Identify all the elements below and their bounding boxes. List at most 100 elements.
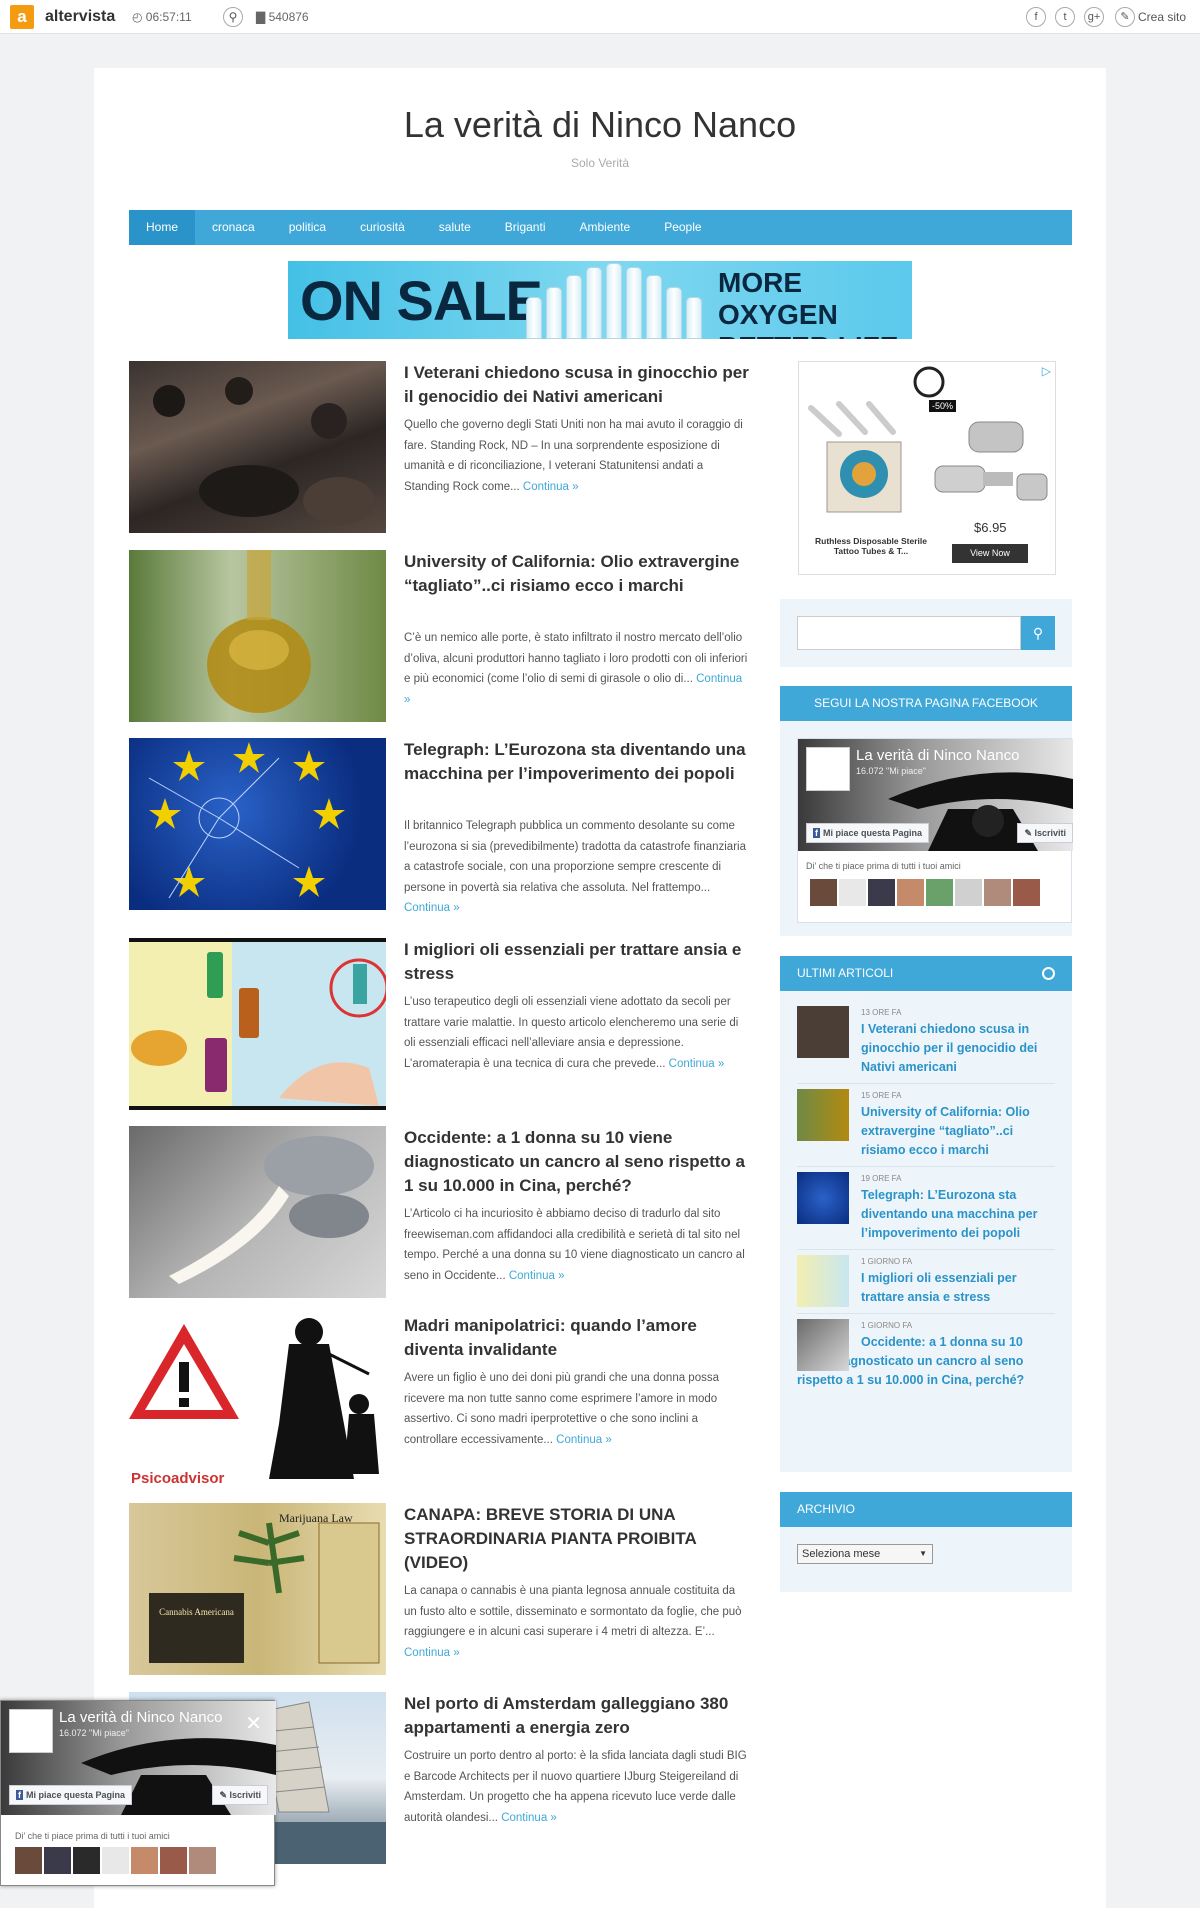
water-bottle-image [666,287,682,339]
post-excerpt: Quello che governo degli Stati Uniti non… [404,419,743,493]
facebook-subscribe-button[interactable]: ✎ Iscriviti [212,1785,268,1805]
facebook-icon[interactable]: f [1026,7,1046,27]
post-thumbnail[interactable] [129,938,386,1110]
friend-avatar[interactable] [44,1847,71,1874]
search-icon[interactable]: ⚲ [223,7,243,27]
recent-article-thumbnail[interactable] [797,1319,849,1371]
post-title[interactable]: I Veterani chiedono scusa in ginocchio p… [404,361,749,409]
nav-home[interactable]: Home [129,210,196,245]
post-title[interactable]: Nel porto di Amsterdam galleggiano 380 a… [404,1692,749,1740]
friend-avatar[interactable] [839,879,866,906]
nav-salute[interactable]: salute [422,210,488,245]
recent-article-title[interactable]: University of California: Olio extraverg… [861,1103,1055,1160]
twitter-icon[interactable]: t [1055,7,1075,27]
friend-avatar[interactable] [15,1847,42,1874]
close-icon[interactable]: ✕ [245,1711,262,1736]
facebook-avatar[interactable] [9,1709,53,1753]
archive-month-select[interactable]: Seleziona mese ▼ [797,1544,933,1564]
facebook-friend-faces [810,879,1040,906]
facebook-page-plugin: La verità di Ninco Nanco 16.072 "Mi piac… [797,738,1073,923]
visit-counter: ▇ 540876 [256,10,309,24]
post-thumbnail[interactable] [129,1126,386,1298]
banner-sale-text: ON SALE [300,269,543,332]
water-bottle-image [606,263,622,339]
post-thumbnail[interactable]: Psicoadvisor [129,1314,386,1486]
pencil-icon[interactable]: ✎ [1115,7,1135,27]
nav-ambiente[interactable]: Ambiente [562,210,647,245]
facebook-popup-cover: La verità di Ninco Nanco 16.072 "Mi piac… [1,1701,276,1815]
facebook-avatar[interactable] [806,747,850,791]
nav-cronaca[interactable]: cronaca [195,210,272,245]
marijuana-law-heading: Marijuana Law [279,1511,353,1525]
post-title[interactable]: CANAPA: BREVE STORIA DI UNA STRAORDINARI… [404,1503,749,1575]
friend-avatar[interactable] [897,879,924,906]
recent-article-thumbnail[interactable] [797,1089,849,1141]
chevron-down-icon: ▼ [919,1549,927,1558]
post-thumbnail[interactable] [129,361,386,533]
recent-article: 15 ORE FA University of California: Olio… [797,1084,1055,1167]
friend-avatar[interactable] [131,1847,158,1874]
continua-link[interactable]: Continua » [523,481,579,493]
recent-article-thumbnail[interactable] [797,1006,849,1058]
altervista-logo-icon[interactable]: a [10,5,34,29]
sidebar-ad[interactable]: ▷ -50% Ruthless Disposable Sterile Tatto… [798,361,1056,575]
post-thumbnail[interactable]: Marijuana Law Cannabis Americana [129,1503,386,1675]
search-button[interactable]: ⚲ [1021,616,1055,650]
nav-people[interactable]: People [647,210,718,245]
continua-link[interactable]: Continua » [556,1434,612,1446]
facebook-friends-text: Di’ che ti piace prima di tutti i tuoi a… [15,1831,170,1841]
recent-article-thumbnail[interactable] [797,1172,849,1224]
friend-avatar[interactable] [926,879,953,906]
crea-sito-link[interactable]: Crea sito [1138,10,1186,24]
continua-link[interactable]: Continua » [404,902,460,914]
post-title[interactable]: Telegraph: L’Eurozona sta diventando una… [404,738,749,786]
post-excerpt: Il britannico Telegraph pubblica un comm… [404,820,746,914]
post-excerpt: C’è un nemico alle porte, è stato infilt… [404,632,748,706]
recent-article-title[interactable]: I Veterani chiedono scusa in ginocchio p… [861,1020,1055,1077]
recent-article: 1 GIORNO FA I migliori oli essenziali pe… [797,1250,1055,1314]
friend-avatar[interactable] [868,879,895,906]
post-title[interactable]: University of California: Olio extraverg… [404,550,749,598]
facebook-likes-count: 16.072 "Mi piace" [59,1728,129,1738]
facebook-like-button[interactable]: f Mi piace questa Pagina [806,823,930,843]
friend-avatar[interactable] [984,879,1011,906]
view-now-button[interactable]: View Now [952,544,1028,563]
post-thumbnail[interactable] [129,738,386,910]
friend-avatar[interactable] [955,879,982,906]
archivio-widget: ARCHIVIO Seleziona mese ▼ [780,1492,1072,1592]
water-bottle-image [686,297,702,339]
nav-curiosita[interactable]: curiosità [343,210,422,245]
facebook-page-name[interactable]: La verità di Ninco Nanco [856,747,1019,764]
site-title[interactable]: La verità di Ninco Nanco [94,104,1106,146]
friend-avatar[interactable] [810,879,837,906]
continua-link[interactable]: Continua » [509,1270,565,1282]
post-title[interactable]: Occidente: a 1 donna su 10 viene diagnos… [404,1126,749,1198]
facebook-subscribe-button[interactable]: ✎ Iscriviti [1017,823,1073,843]
facebook-icon: f [813,828,820,838]
continua-link[interactable]: Continua » [404,1647,460,1659]
continua-link[interactable]: Continua » [501,1812,557,1824]
friend-avatar[interactable] [1013,879,1040,906]
facebook-friend-faces [15,1847,216,1874]
altervista-logo-text[interactable]: altervista [45,8,115,26]
post-title[interactable]: Madri manipolatrici: quando l’amore dive… [404,1314,749,1362]
recent-article-title[interactable]: I migliori oli essenziali per trattare a… [861,1269,1055,1307]
nav-briganti[interactable]: Briganti [488,210,563,245]
friend-avatar[interactable] [189,1847,216,1874]
nav-politica[interactable]: politica [272,210,343,245]
facebook-like-button[interactable]: f Mi piace questa Pagina [9,1785,133,1805]
recent-article-title[interactable]: Telegraph: L’Eurozona sta diventando una… [861,1186,1055,1243]
recent-article-thumbnail[interactable] [797,1255,849,1307]
post-thumbnail[interactable] [129,550,386,722]
post-title[interactable]: I migliori oli essenziali per trattare a… [404,938,749,986]
continua-link[interactable]: Continua » [669,1058,725,1070]
ad-banner[interactable]: ON SALE MORE OXYGENBETTER LIFE [288,261,912,339]
facebook-page-name[interactable]: La verità di Ninco Nanco [59,1709,222,1726]
friend-avatar[interactable] [73,1847,100,1874]
google-plus-icon[interactable]: g+ [1084,7,1104,27]
search-input[interactable] [797,616,1021,650]
friend-avatar[interactable] [102,1847,129,1874]
friend-avatar[interactable] [160,1847,187,1874]
post-item: Occidente: a 1 donna su 10 viene diagnos… [129,1126,749,1298]
facebook-icon: f [16,1790,23,1800]
